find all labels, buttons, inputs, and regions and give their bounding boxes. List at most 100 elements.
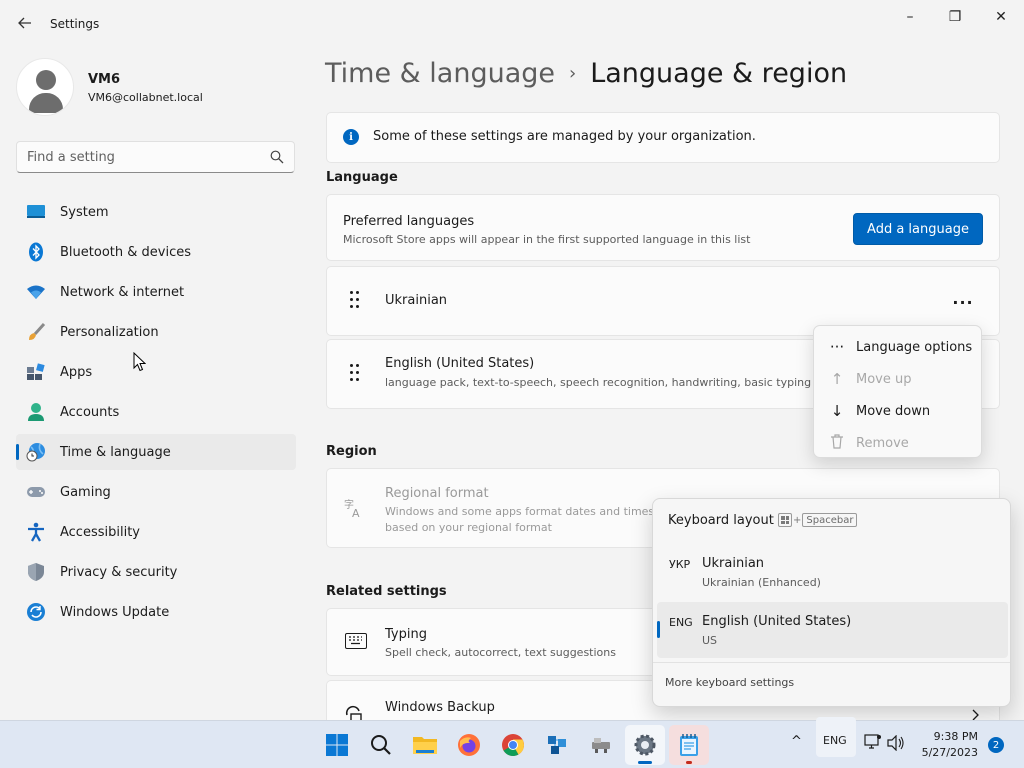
menu-item-language-options[interactable]: ··· Language options — [814, 331, 981, 363]
wifi-icon — [26, 282, 46, 302]
notification-badge[interactable]: 2 — [988, 737, 1004, 753]
accounts-icon — [26, 402, 46, 422]
arrow-up-icon: ↑ — [830, 370, 844, 388]
menu-item-label: Remove — [856, 435, 909, 451]
search-box[interactable] — [16, 141, 295, 173]
tray-overflow-chevron-icon[interactable]: ^ — [791, 734, 802, 749]
preferred-languages-subtitle: Microsoft Store apps will appear in the … — [343, 233, 751, 246]
brush-icon — [26, 322, 46, 342]
breadcrumb-separator: › — [569, 63, 577, 84]
keyboard-layout-item[interactable]: УКР Ukrainian Ukrainian (Enhanced) — [657, 544, 1008, 600]
maximize-button[interactable]: ❐ — [935, 6, 975, 28]
update-icon — [26, 602, 46, 622]
user-profile[interactable]: VM6 VM6@collabnet.local — [16, 58, 296, 118]
search-input[interactable] — [17, 142, 257, 172]
flyout-title: Keyboard layout — [668, 513, 774, 528]
sidebar-item-label: Accounts — [60, 404, 120, 420]
more-keyboard-settings-link[interactable]: More keyboard settings — [665, 676, 794, 689]
menu-item-label: Move up — [856, 371, 912, 387]
close-button[interactable]: ✕ — [981, 6, 1021, 28]
search-icon — [371, 735, 391, 755]
add-language-button[interactable]: Add a language — [853, 213, 983, 245]
taskbar-file-explorer[interactable] — [405, 725, 445, 765]
taskbar-chrome[interactable] — [493, 725, 533, 765]
system-icon — [26, 202, 46, 222]
network-status-icon[interactable] — [864, 734, 882, 753]
avatar — [16, 58, 74, 116]
divider — [653, 662, 1010, 663]
breadcrumb: Time & language › Language & region — [325, 58, 847, 89]
regional-format-icon: 字A — [343, 497, 365, 520]
spacebar-key: Spacebar — [802, 513, 858, 527]
sidebar-item-accounts[interactable]: Accounts — [16, 394, 296, 430]
accessibility-icon — [26, 522, 46, 542]
more-options-button[interactable]: ··· — [949, 291, 977, 313]
system-clock[interactable]: 9:38 PM 5/27/2023 — [922, 729, 978, 761]
more-icon: ··· — [829, 338, 845, 356]
sidebar-item-label: Time & language — [60, 444, 171, 460]
chrome-icon — [502, 734, 524, 756]
breadcrumb-parent[interactable]: Time & language — [325, 58, 555, 89]
sidebar-item-label: Bluetooth & devices — [60, 244, 191, 260]
drag-handle-icon[interactable] — [349, 291, 361, 309]
taskbar-firefox[interactable] — [449, 725, 489, 765]
volume-icon[interactable] — [887, 734, 905, 754]
input-indicator-button[interactable]: ENG — [816, 717, 856, 757]
sidebar-item-label: Personalization — [60, 324, 159, 340]
minimize-button[interactable]: – — [890, 6, 930, 28]
sidebar-nav: System Bluetooth & devices Network & int… — [16, 194, 296, 634]
preferred-languages-card: Preferred languages Microsoft Store apps… — [326, 194, 1000, 261]
sidebar-item-label: Privacy & security — [60, 564, 178, 580]
search-icon[interactable] — [270, 150, 284, 164]
taskbar-settings[interactable] — [625, 725, 665, 765]
sidebar-item-accessibility[interactable]: Accessibility — [16, 514, 296, 550]
sidebar-item-windows-update[interactable]: Windows Update — [16, 594, 296, 630]
info-icon: i — [343, 129, 359, 145]
start-button[interactable] — [317, 725, 357, 765]
banner-text: Some of these settings are managed by yo… — [373, 129, 756, 144]
attention-indicator — [686, 761, 692, 764]
regional-format-title: Regional format — [385, 486, 489, 501]
sidebar-item-label: Windows Update — [60, 604, 170, 620]
drag-handle-icon[interactable] — [349, 364, 361, 382]
taskbar-utility-app[interactable] — [581, 725, 621, 765]
gamepad-icon — [26, 482, 46, 502]
sidebar-item-system[interactable]: System — [16, 194, 296, 230]
page-title: Language & region — [590, 58, 848, 89]
profile-email: VM6@collabnet.local — [88, 91, 203, 104]
menu-item-move-down[interactable]: ↓ Move down — [814, 395, 981, 427]
section-title-related: Related settings — [326, 584, 447, 599]
sidebar-item-apps[interactable]: Apps — [16, 354, 296, 390]
back-button[interactable] — [12, 10, 38, 36]
sidebar-item-bluetooth[interactable]: Bluetooth & devices — [16, 234, 296, 270]
sidebar-item-gaming[interactable]: Gaming — [16, 474, 296, 510]
sidebar-item-personalization[interactable]: Personalization — [16, 314, 296, 350]
sidebar-item-privacy[interactable]: Privacy & security — [16, 554, 296, 590]
layout-detail: Ukrainian (Enhanced) — [702, 576, 821, 589]
language-name: Ukrainian — [385, 293, 448, 308]
sidebar-item-network[interactable]: Network & internet — [16, 274, 296, 310]
sidebar-item-label: Gaming — [60, 484, 111, 500]
windows-logo-icon — [326, 734, 348, 756]
notepad-icon — [680, 734, 698, 756]
tool-icon — [592, 738, 610, 753]
related-item-subtitle: Spell check, autocorrect, text suggestio… — [385, 646, 616, 659]
layout-code: ENG — [669, 616, 693, 629]
taskbar-notepad[interactable] — [669, 725, 709, 765]
managed-by-org-banner: i Some of these settings are managed by … — [326, 112, 1000, 163]
taskbar-search-button[interactable] — [361, 725, 401, 765]
related-item-title: Typing — [385, 627, 427, 642]
app-title: Settings — [50, 17, 100, 31]
apps-icon — [26, 362, 46, 382]
taskbar-network-app[interactable] — [537, 725, 577, 765]
active-app-indicator — [638, 761, 652, 764]
layout-name: Ukrainian — [702, 556, 765, 571]
regional-format-subtitle: Windows and some apps format dates and t… — [385, 505, 655, 534]
menu-item-label: Move down — [856, 403, 931, 419]
menu-item-remove: Remove — [814, 427, 981, 459]
layout-detail: US — [702, 634, 718, 647]
keyboard-layout-item[interactable]: ENG English (United States) US — [657, 602, 1008, 658]
bluetooth-icon — [26, 242, 46, 262]
sidebar-item-time-language[interactable]: Time & language — [16, 434, 296, 470]
layout-code: УКР — [669, 558, 691, 571]
